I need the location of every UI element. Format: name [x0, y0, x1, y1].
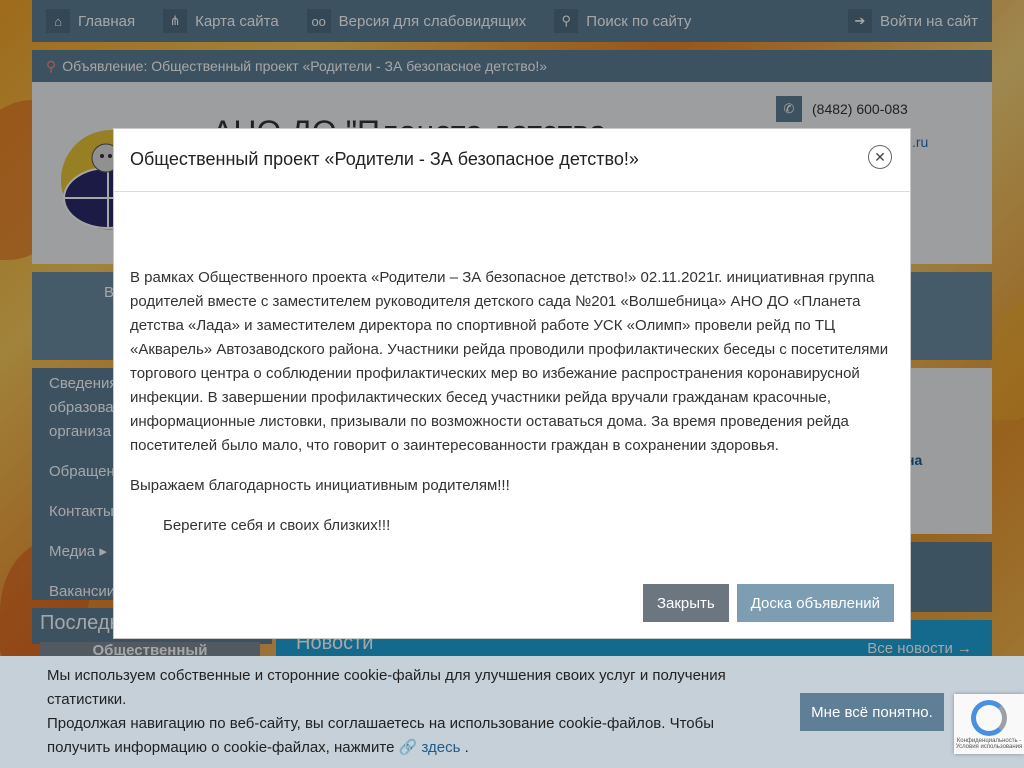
announcement-modal: Общественный проект «Родители - ЗА безоп…	[113, 128, 911, 639]
modal-paragraph: В рамках Общественного проекта «Родители…	[130, 269, 889, 454]
cookie-line-2: Продолжая навигацию по веб-сайту, вы сог…	[47, 715, 715, 756]
link-icon: 🔗	[398, 739, 418, 756]
close-button[interactable]: Закрыть	[642, 584, 729, 622]
cookie-line-1: Мы используем собственные и сторонние co…	[47, 667, 726, 708]
recaptcha-icon	[971, 700, 1007, 736]
modal-footer: Закрыть Доска объявлений	[642, 584, 894, 622]
cookie-banner: Мы используем собственные и сторонние co…	[0, 656, 1024, 768]
cookie-text: Мы используем собственные и сторонние co…	[47, 664, 747, 760]
announcement-board-button[interactable]: Доска объявлений	[736, 584, 894, 622]
recaptcha-badge[interactable]: Конфиденциальность - Условия использован…	[954, 694, 1024, 754]
cookie-accept-button[interactable]: Мне всё понятно.	[800, 693, 944, 731]
close-icon[interactable]: ✕	[868, 145, 892, 169]
modal-title: Общественный проект «Родители - ЗА безоп…	[130, 149, 639, 169]
modal-paragraph: Выражаем благодарность инициативным роди…	[130, 477, 510, 494]
recaptcha-text: Конфиденциальность - Условия использован…	[955, 738, 1023, 750]
modal-body: В рамках Общественного проекта «Родители…	[114, 192, 910, 538]
cookie-info-link[interactable]: 🔗 здесь	[399, 739, 461, 756]
modal-paragraph: Берегите себя и своих близких!!!	[163, 517, 391, 534]
modal-header: Общественный проект «Родители - ЗА безоп…	[114, 129, 910, 192]
